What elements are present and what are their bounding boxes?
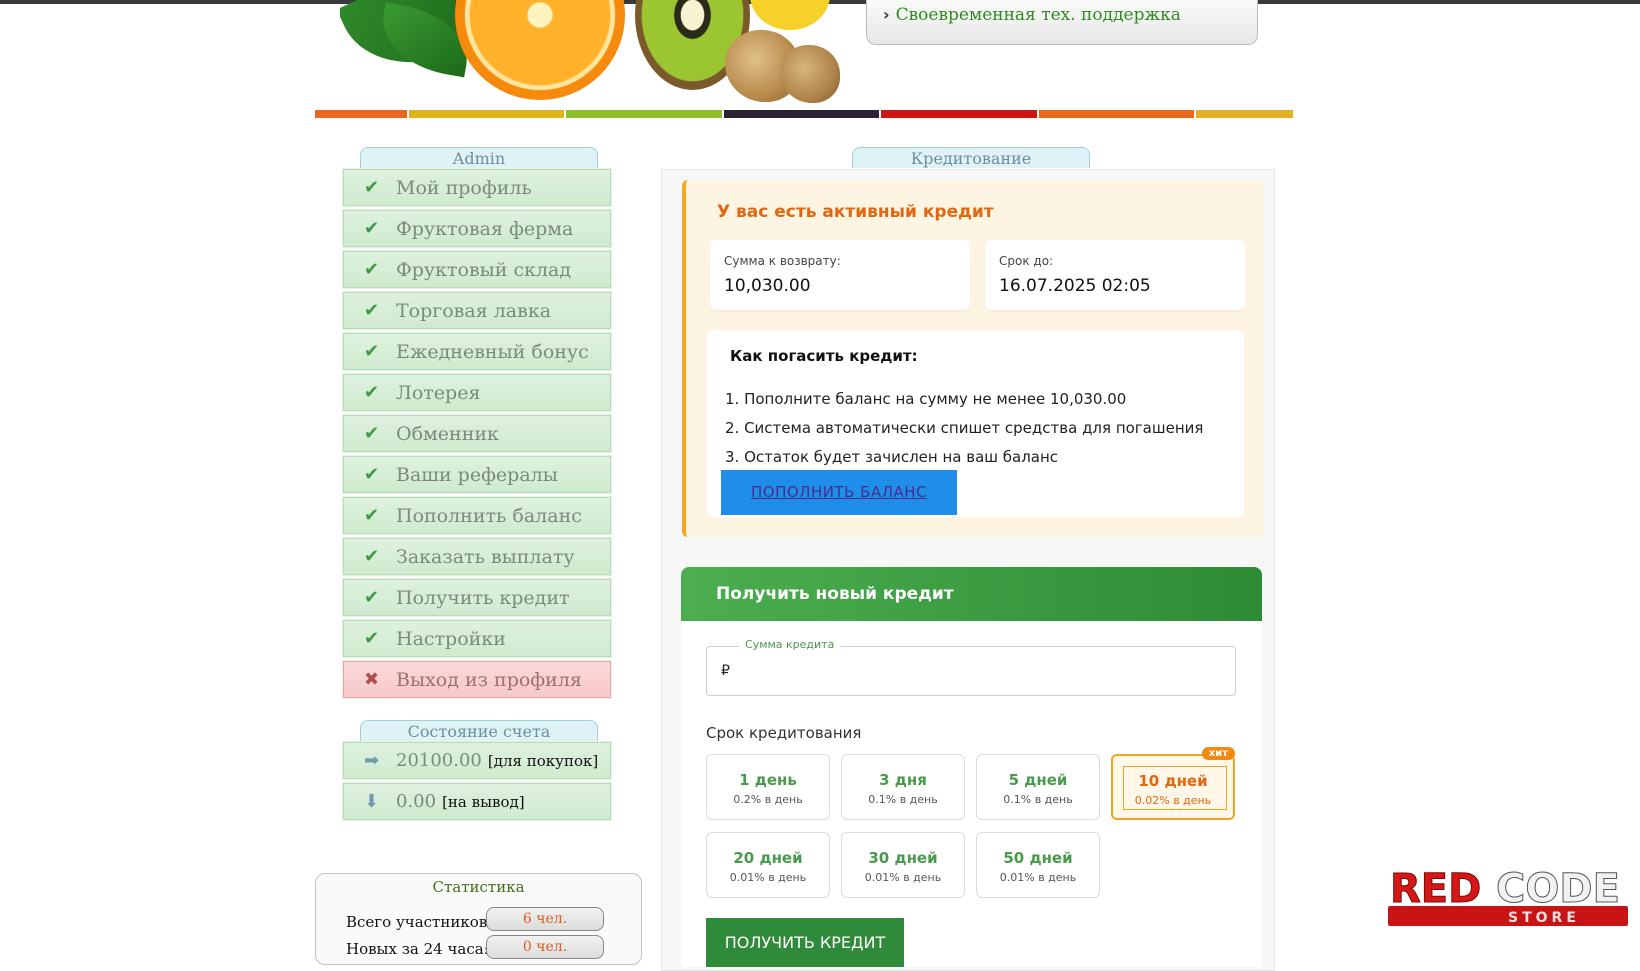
check-icon: ✔ bbox=[364, 464, 380, 485]
sidebar-item-fruit-farm[interactable]: ✔ Фруктовая ферма bbox=[342, 209, 612, 248]
term-option-30[interactable]: 30 дней 0.01% в день bbox=[841, 832, 965, 898]
sidebar-menu: ✔ Мой профиль ✔ Фруктовая ферма ✔ Фруктовый… bbox=[342, 168, 612, 702]
sidebar-item-exchange[interactable]: ✔ Обменник bbox=[342, 414, 612, 453]
check-icon: ✔ bbox=[364, 546, 380, 567]
chevron-right-icon: › bbox=[883, 5, 890, 24]
statistics-title: Статистика bbox=[432, 878, 525, 896]
new-credit-title: Получить новый кредит bbox=[716, 584, 954, 604]
instruction-step: 1. Пополните баланс на сумму не менее 10… bbox=[725, 390, 1127, 408]
account-tab: Состояние счета bbox=[360, 720, 598, 741]
term-option-3[interactable]: 3 дня 0.1% в день bbox=[841, 754, 965, 820]
stat-new-value: 0 чел. bbox=[486, 935, 604, 959]
check-icon: ✔ bbox=[364, 423, 380, 444]
term-option-5[interactable]: 5 дней 0.1% в день bbox=[976, 754, 1100, 820]
check-icon: ✔ bbox=[364, 587, 380, 608]
repay-amount-value: 10,030.00 bbox=[724, 276, 811, 296]
term-label: Срок кредитования bbox=[706, 724, 862, 742]
ruble-icon: ₽ bbox=[721, 663, 730, 679]
sidebar-item-daily-bonus[interactable]: ✔ Ежедневный бонус bbox=[342, 332, 612, 371]
header-fruits-image bbox=[340, 0, 860, 104]
instructions-title: Как погасить кредит: bbox=[730, 347, 918, 365]
new-credit-header: Получить новый кредит bbox=[681, 567, 1262, 621]
hit-badge: хит bbox=[1201, 747, 1235, 760]
get-credit-button[interactable]: ПОЛУЧИТЬ КРЕДИТ bbox=[706, 918, 904, 967]
active-credit-title: У вас есть активный кредит bbox=[717, 202, 994, 222]
sidebar-item-profile[interactable]: ✔ Мой профиль bbox=[342, 168, 612, 207]
sidebar-item-referrals[interactable]: ✔ Ваши рефералы bbox=[342, 455, 612, 494]
sidebar-item-withdraw[interactable]: ✔ Заказать выплату bbox=[342, 537, 612, 576]
sidebar-tab-admin: Admin bbox=[360, 147, 598, 168]
due-date-value: 16.07.2025 02:05 bbox=[999, 276, 1151, 296]
check-icon: ✔ bbox=[364, 341, 380, 362]
term-option-20[interactable]: 20 дней 0.01% в день bbox=[706, 832, 830, 898]
redcode-store-logo: RED CODE STORE bbox=[1388, 866, 1628, 926]
sidebar-item-shop[interactable]: ✔ Торговая лавка bbox=[342, 291, 612, 330]
check-icon: ✔ bbox=[364, 218, 380, 239]
check-icon: ✔ bbox=[364, 628, 380, 649]
svg-text:STORE: STORE bbox=[1508, 910, 1580, 926]
sidebar-item-topup[interactable]: ✔ Пополнить баланс bbox=[342, 496, 612, 535]
check-icon: ✔ bbox=[364, 259, 380, 280]
credit-amount-input[interactable]: Сумма кредита ₽ bbox=[706, 638, 1236, 696]
account-status: ➡ 20100.00 [для покупок] ⬇ 0.00 [на вывод] bbox=[342, 741, 612, 824]
sidebar-item-logout[interactable]: ✖ Выход из профиля bbox=[342, 660, 612, 699]
due-date-box: Срок до: 16.07.2025 02:05 bbox=[985, 240, 1245, 310]
content-tab-credit: Кредитование bbox=[852, 147, 1090, 168]
close-icon: ✖ bbox=[364, 669, 380, 690]
stat-total-label: Всего участников: bbox=[346, 913, 493, 931]
support-info-box: › Своевременная тех. поддержка bbox=[866, 0, 1258, 45]
arrow-right-icon: ➡ bbox=[364, 750, 380, 771]
svg-text:CODE: CODE bbox=[1496, 866, 1620, 912]
account-buy-balance: ➡ 20100.00 [для покупок] bbox=[342, 741, 612, 780]
term-option-1[interactable]: 1 день 0.2% в день bbox=[706, 754, 830, 820]
stat-total-value: 6 чел. bbox=[486, 907, 604, 931]
active-credit-card: У вас есть активный кредит Сумма к возвр… bbox=[682, 180, 1264, 537]
new-credit-card: Получить новый кредит Сумма кредита ₽ Ср… bbox=[681, 567, 1262, 967]
instruction-step: 3. Остаток будет зачислен на ваш баланс bbox=[725, 448, 1059, 466]
sidebar-item-lottery[interactable]: ✔ Лотерея bbox=[342, 373, 612, 412]
sidebar-item-fruit-warehouse[interactable]: ✔ Фруктовый склад bbox=[342, 250, 612, 289]
statistics-box: Статистика Всего участников: 6 чел. Новы… bbox=[315, 873, 642, 965]
sidebar-item-settings[interactable]: ✔ Настройки bbox=[342, 619, 612, 658]
repay-amount-box: Сумма к возврату: 10,030.00 bbox=[710, 240, 970, 310]
credit-amount-label: Сумма кредита bbox=[739, 638, 841, 651]
term-option-50[interactable]: 50 дней 0.01% в день bbox=[976, 832, 1100, 898]
check-icon: ✔ bbox=[364, 300, 380, 321]
term-option-10-selected[interactable]: 10 дней 0.02% в день хит bbox=[1111, 747, 1235, 820]
header-color-bar bbox=[315, 110, 1295, 118]
repay-instructions: Как погасить кредит: 1. Пополните баланс… bbox=[707, 330, 1244, 517]
instruction-step: 2. Система автоматически спишет средства… bbox=[725, 419, 1204, 437]
account-withdraw-balance: ⬇ 0.00 [на вывод] bbox=[342, 782, 612, 821]
stat-new-label: Новых за 24 часа: bbox=[346, 940, 489, 958]
sidebar-item-credit[interactable]: ✔ Получить кредит bbox=[342, 578, 612, 617]
arrow-down-icon: ⬇ bbox=[364, 791, 380, 812]
support-line: › Своевременная тех. поддержка bbox=[883, 5, 1181, 25]
topup-balance-button[interactable]: ПОПОЛНИТЬ БАЛАНС bbox=[721, 470, 957, 515]
svg-text:RED: RED bbox=[1390, 866, 1481, 912]
check-icon: ✔ bbox=[364, 177, 380, 198]
check-icon: ✔ bbox=[364, 505, 380, 526]
check-icon: ✔ bbox=[364, 382, 380, 403]
